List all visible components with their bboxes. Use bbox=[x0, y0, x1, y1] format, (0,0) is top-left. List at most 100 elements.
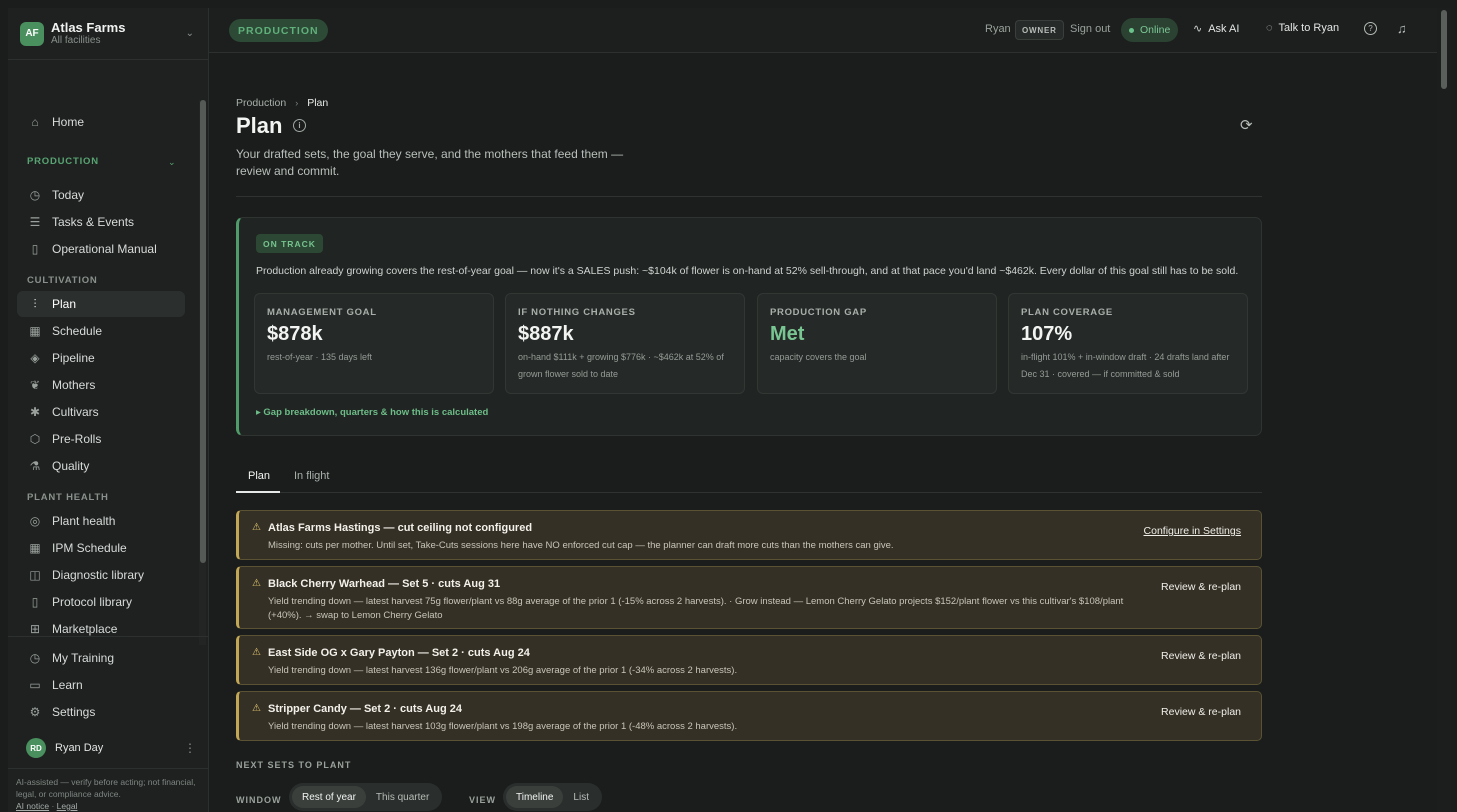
camera-icon: ◫ bbox=[29, 568, 41, 582]
breadcrumb-parent[interactable]: Production bbox=[236, 97, 286, 109]
package-icon: ⬡ bbox=[29, 432, 41, 446]
sidebar-item-manual[interactable]: ▯ Operational Manual bbox=[17, 236, 185, 262]
sidebar-item-plan[interactable]: ⫶ Plan bbox=[17, 291, 185, 317]
org-name: Atlas Farms bbox=[51, 19, 126, 35]
document-icon: ▯ bbox=[31, 595, 39, 609]
sidebar-item-mothers[interactable]: ❦ Mothers bbox=[17, 372, 185, 398]
section-plant-health: PLANT HEALTH bbox=[27, 492, 109, 503]
sidebar-item-plant-health[interactable]: ◎ Plant health bbox=[17, 508, 185, 534]
breadcrumb-current: Plan bbox=[307, 97, 329, 109]
user-menu[interactable]: RD Ryan Day ⋮ bbox=[26, 737, 196, 759]
review-replan-button[interactable]: Review & re-plan bbox=[1161, 581, 1241, 593]
chat-bubble-icon: ◌ bbox=[1266, 22, 1273, 34]
view-option-list[interactable]: List bbox=[563, 786, 599, 808]
alert-card: ⚠ Stripper Candy — Set 2 · cuts Aug 24 Y… bbox=[236, 691, 1262, 741]
review-replan-button[interactable]: Review & re-plan bbox=[1161, 706, 1241, 718]
sidebar-item-protocol[interactable]: ▯ Protocol library bbox=[17, 589, 185, 615]
grid-icon: ⊞ bbox=[29, 622, 41, 636]
page-title: Plan bbox=[236, 113, 283, 138]
divider bbox=[8, 768, 208, 769]
info-icon[interactable]: i bbox=[293, 119, 306, 132]
warning-icon: ⚠ bbox=[252, 522, 261, 533]
sidebar-item-training[interactable]: ◷ My Training bbox=[17, 645, 185, 671]
ai-disclaimer: AI-assisted — verify before acting; not … bbox=[16, 777, 196, 811]
chevron-down-icon[interactable]: ⌄ bbox=[168, 157, 176, 168]
pulse-icon: ∿ bbox=[1193, 23, 1203, 35]
help-icon[interactable]: ? bbox=[1364, 22, 1377, 35]
user-name: Ryan Day bbox=[55, 742, 104, 754]
goal-summary-card: ON TRACK Production already growing cove… bbox=[236, 217, 1262, 436]
gap-breakdown-link[interactable]: ▸ Gap breakdown, quarters & how this is … bbox=[256, 407, 488, 418]
tab-plan[interactable]: Plan bbox=[248, 470, 270, 482]
warning-icon: ⚠ bbox=[252, 647, 261, 658]
main-scrollbar[interactable] bbox=[1437, 8, 1451, 812]
ask-ai-button[interactable]: ∿ Ask AI bbox=[1193, 22, 1239, 36]
document-icon: ▯ bbox=[31, 242, 39, 256]
sidebar-item-schedule[interactable]: ▦ Schedule bbox=[17, 318, 185, 344]
sidebar-item-learn[interactable]: ▭ Learn bbox=[17, 672, 185, 698]
list-icon: ☰ bbox=[29, 215, 41, 229]
sidebar-item-quality[interactable]: ⚗ Quality bbox=[17, 453, 185, 479]
sidebar-item-tasks[interactable]: ☰ Tasks & Events bbox=[17, 209, 185, 235]
ai-notice-link[interactable]: AI notice bbox=[16, 801, 49, 811]
flask-icon: ⚗ bbox=[29, 459, 41, 473]
alert-card: ⚠ Black Cherry Warhead — Set 5 · cuts Au… bbox=[236, 566, 1262, 629]
sidebar-item-pipeline[interactable]: ◈ Pipeline bbox=[17, 345, 185, 371]
window-option-this-quarter[interactable]: This quarter bbox=[366, 786, 439, 808]
org-avatar: AF bbox=[20, 21, 44, 46]
metric-production-gap: PRODUCTION GAP Met capacity covers the g… bbox=[757, 293, 997, 394]
org-subtitle: All facilities bbox=[51, 34, 101, 46]
bell-icon[interactable]: ♫ bbox=[1397, 21, 1407, 36]
breadcrumb: Production › Plan bbox=[236, 97, 328, 109]
main-scroll-thumb[interactable] bbox=[1441, 10, 1447, 89]
sidebar-item-marketplace[interactable]: ⊞ Marketplace bbox=[17, 616, 185, 642]
check-circle-icon: ◷ bbox=[29, 651, 41, 665]
warning-icon: ⚠ bbox=[252, 578, 261, 589]
summary-text: Production already growing covers the re… bbox=[256, 265, 1239, 277]
view-option-timeline[interactable]: Timeline bbox=[506, 786, 564, 808]
chevron-right-icon: › bbox=[295, 98, 299, 108]
refresh-icon[interactable]: ⟳ bbox=[1240, 116, 1253, 134]
activity-circle-icon: ◎ bbox=[29, 514, 41, 528]
legal-link[interactable]: Legal bbox=[57, 801, 78, 811]
sliders-icon: ⫶ bbox=[33, 296, 37, 311]
window-label: WINDOW bbox=[236, 795, 282, 805]
book-icon: ▭ bbox=[29, 678, 41, 692]
sidebar-item-prerolls[interactable]: ⬡ Pre-Rolls bbox=[17, 426, 185, 452]
configure-settings-link[interactable]: Configure in Settings bbox=[1144, 525, 1241, 537]
metric-plan-coverage: PLAN COVERAGE 107% in-flight 101% + in-w… bbox=[1008, 293, 1248, 394]
warning-icon: ⚠ bbox=[252, 703, 261, 714]
sidebar: AF Atlas Farms All facilities ⌄ ⌂ Home P… bbox=[8, 8, 209, 812]
section-cultivation: CULTIVATION bbox=[27, 275, 98, 286]
context-badge: PRODUCTION bbox=[229, 19, 328, 42]
window-option-rest-of-year[interactable]: Rest of year bbox=[292, 786, 366, 808]
window-toggle: Rest of year This quarter bbox=[289, 783, 443, 811]
tab-in-flight[interactable]: In flight bbox=[294, 470, 329, 482]
tab-indicator bbox=[236, 491, 280, 493]
role-badge: OWNER bbox=[1015, 20, 1064, 40]
section-production[interactable]: PRODUCTION bbox=[27, 156, 99, 167]
topbar: PRODUCTION Ryan OWNER Sign out Online ∿ … bbox=[209, 8, 1437, 53]
leaf-icon: ❦ bbox=[29, 378, 41, 392]
layers-icon: ◈ bbox=[30, 351, 40, 365]
sidebar-item-diagnostic[interactable]: ◫ Diagnostic library bbox=[17, 562, 185, 588]
review-replan-button[interactable]: Review & re-plan bbox=[1161, 650, 1241, 662]
sidebar-scroll-thumb[interactable] bbox=[200, 100, 206, 563]
sidebar-item-home[interactable]: ⌂ Home bbox=[17, 109, 185, 135]
sign-out-button[interactable]: Sign out bbox=[1070, 23, 1110, 35]
sidebar-item-settings[interactable]: ⚙ Settings bbox=[17, 699, 185, 725]
status-badge: ON TRACK bbox=[256, 234, 323, 253]
more-vertical-icon[interactable]: ⋮ bbox=[184, 741, 196, 755]
metric-if-nothing-changes: IF NOTHING CHANGES $887k on-hand $111k +… bbox=[505, 293, 745, 394]
plan-tabs: Plan In flight bbox=[236, 464, 1262, 493]
status-dot-icon bbox=[1129, 27, 1134, 33]
caret-icon: ▸ bbox=[256, 407, 261, 418]
chevron-down-icon: ⌄ bbox=[185, 28, 194, 39]
sidebar-item-cultivars[interactable]: ✱ Cultivars bbox=[17, 399, 185, 425]
org-switcher[interactable]: AF Atlas Farms All facilities ⌄ bbox=[8, 8, 208, 60]
sidebar-item-today[interactable]: ◷ Today bbox=[17, 182, 185, 208]
metric-management-goal: MANAGEMENT GOAL $878k rest-of-year · 135… bbox=[254, 293, 494, 394]
sidebar-item-ipm[interactable]: ▦ IPM Schedule bbox=[17, 535, 185, 561]
talk-button[interactable]: ◌ Talk to Ryan bbox=[1266, 22, 1339, 34]
alert-card: ⚠ East Side OG x Gary Payton — Set 2 · c… bbox=[236, 635, 1262, 685]
